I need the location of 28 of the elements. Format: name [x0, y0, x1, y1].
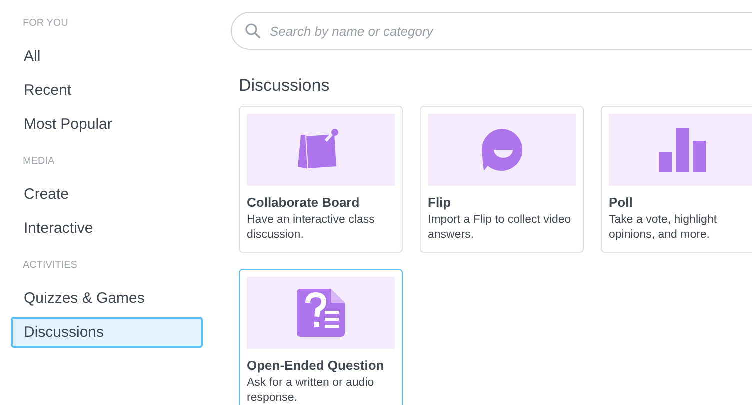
card-description: Import a Flip to collect video answers.	[428, 213, 572, 243]
section-heading: FOR YOU	[22, 17, 70, 31]
sidebar-item[interactable]: Interactive	[11, 213, 203, 244]
sidebar-item[interactable]: Discussions	[11, 317, 203, 348]
search-field[interactable]: Search by name or category	[231, 12, 752, 50]
activity-card[interactable]: Flip Import a Flip to collect video answers.	[420, 106, 584, 253]
card-title: Flip	[428, 195, 452, 210]
section-title: Discussions	[239, 76, 331, 96]
question-document-icon	[297, 289, 345, 337]
section-heading: MEDIA	[22, 155, 56, 169]
card-description: Have an interactive class discussion.	[247, 213, 376, 243]
card-description: Ask for a written or audio response.	[247, 376, 376, 405]
card-title: Collaborate Board	[247, 195, 361, 210]
card-description: Take a vote, highlight opinions, and more.	[609, 213, 718, 243]
section-heading: ACTIVITIES	[22, 259, 78, 273]
sidebar-item[interactable]: Recent	[11, 75, 203, 106]
activity-card[interactable]: Open-Ended Question Ask for a written or audio response.	[239, 269, 403, 405]
card-title: Open-Ended Question	[247, 358, 386, 373]
sidebar-item[interactable]: Most Popular	[11, 109, 203, 140]
sidebar-item[interactable]: Create	[11, 179, 203, 210]
card-title: Poll	[609, 195, 634, 210]
activity-card[interactable]: Collaborate Board Have an interactive class discussion.	[239, 106, 403, 253]
search-icon	[245, 23, 261, 39]
sidebar-item[interactable]: All	[11, 41, 203, 72]
sidebar-item[interactable]: Quizzes & Games	[11, 283, 203, 314]
bar-chart-icon	[659, 128, 707, 172]
chat-bubble-icon	[480, 128, 524, 172]
activity-card[interactable]: Poll Take a vote, highlight opinions, and more.	[601, 106, 752, 253]
